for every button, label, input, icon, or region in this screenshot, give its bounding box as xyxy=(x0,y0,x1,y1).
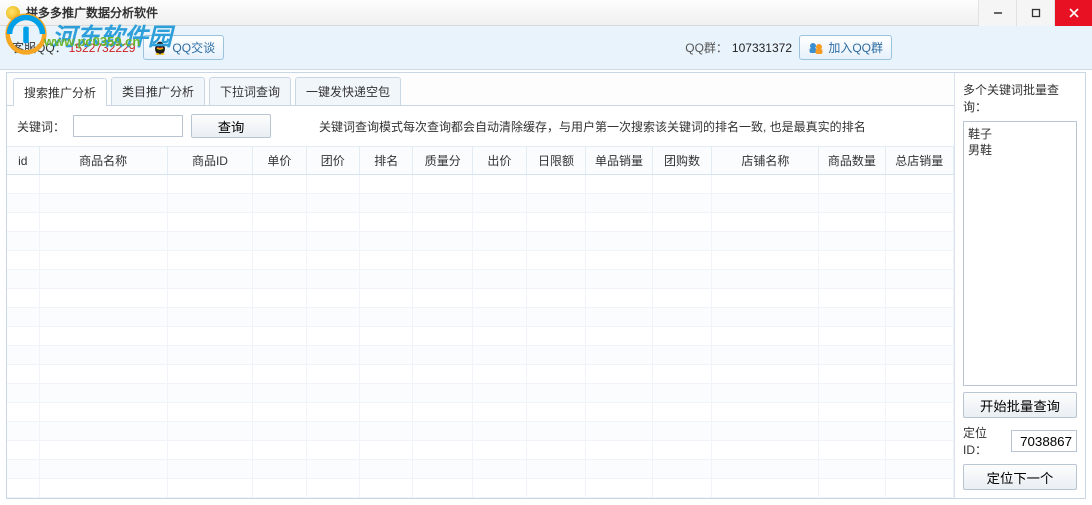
column-header[interactable]: 单价 xyxy=(253,147,306,175)
qq-icon xyxy=(152,40,168,56)
table-row xyxy=(7,270,954,289)
join-qq-group-button[interactable]: 加入QQ群 xyxy=(799,35,892,60)
keyword-input[interactable] xyxy=(73,115,183,137)
table-row xyxy=(7,232,954,251)
tabs: 搜索推广分析类目推广分析下拉词查询一键发快递空包 xyxy=(7,73,954,106)
close-button[interactable] xyxy=(1054,0,1092,26)
qq-chat-label: QQ交谈 xyxy=(172,39,215,56)
table-row xyxy=(7,365,954,384)
kefu-number: 1522732229 xyxy=(69,41,136,55)
minimize-icon xyxy=(993,8,1003,18)
maximize-icon xyxy=(1031,8,1041,18)
toolbar: 客服QQ： 1522732229 QQ交谈 QQ群： 107331372 加入Q… xyxy=(0,26,1092,70)
main-panel: 搜索推广分析类目推广分析下拉词查询一键发快递空包 关键词： 查询 关键词查询模式… xyxy=(6,72,1086,499)
qq-group-number: 107331372 xyxy=(732,41,792,55)
window-controls xyxy=(978,0,1092,26)
table-row xyxy=(7,422,954,441)
tab-3[interactable]: 一键发快递空包 xyxy=(295,77,401,105)
query-button[interactable]: 查询 xyxy=(191,114,271,138)
tab-1[interactable]: 类目推广分析 xyxy=(111,77,205,105)
locate-id-row: 定位ID： xyxy=(963,424,1077,458)
table-row xyxy=(7,327,954,346)
titlebar-title: 拼多多推广数据分析软件 xyxy=(26,4,158,21)
column-header[interactable]: 商品名称 xyxy=(39,147,167,175)
locate-id-label: 定位ID： xyxy=(963,424,1007,458)
tab-0[interactable]: 搜索推广分析 xyxy=(13,78,107,106)
column-header[interactable]: 总店销量 xyxy=(885,147,953,175)
column-header[interactable]: 团购数 xyxy=(652,147,712,175)
query-hint: 关键词查询模式每次查询都会自动清除缓存，与用户第一次搜索该关键词的排名一致, 也… xyxy=(319,118,866,135)
titlebar-app-icon xyxy=(6,6,20,20)
left-pane: 搜索推广分析类目推广分析下拉词查询一键发快递空包 关键词： 查询 关键词查询模式… xyxy=(7,73,955,498)
column-header[interactable]: id xyxy=(7,147,39,175)
table-row xyxy=(7,251,954,270)
table-row xyxy=(7,403,954,422)
titlebar: 拼多多推广数据分析软件 xyxy=(0,0,1092,26)
minimize-button[interactable] xyxy=(978,0,1016,26)
column-header[interactable]: 质量分 xyxy=(413,147,473,175)
qq-group-icon xyxy=(808,40,824,56)
right-pane: 多个关键词批量查询： 鞋子 男鞋 开始批量查询 定位ID： 定位下一个 xyxy=(955,73,1085,498)
table-row xyxy=(7,346,954,365)
locate-id-input[interactable] xyxy=(1011,430,1077,452)
qq-chat-button[interactable]: QQ交谈 xyxy=(143,35,224,60)
close-icon xyxy=(1069,8,1079,18)
table-row xyxy=(7,384,954,403)
column-header[interactable]: 排名 xyxy=(360,147,413,175)
maximize-button[interactable] xyxy=(1016,0,1054,26)
column-header[interactable]: 日限额 xyxy=(526,147,586,175)
qq-group-label: QQ群： xyxy=(685,39,728,56)
join-qq-label: 加入QQ群 xyxy=(828,39,883,56)
table-row xyxy=(7,289,954,308)
table-row xyxy=(7,213,954,232)
batch-query-button[interactable]: 开始批量查询 xyxy=(963,392,1077,418)
column-header[interactable]: 商品数量 xyxy=(819,147,885,175)
qq-group-info: QQ群： 107331372 xyxy=(685,39,792,56)
table-row xyxy=(7,479,954,498)
column-header[interactable]: 店铺名称 xyxy=(712,147,819,175)
column-header[interactable]: 团价 xyxy=(306,147,359,175)
table-row xyxy=(7,460,954,479)
column-header[interactable]: 商品ID xyxy=(167,147,252,175)
results-table: id商品名称商品ID单价团价排名质量分出价日限额单品销量团购数店铺名称商品数量总… xyxy=(7,147,954,498)
tab-2[interactable]: 下拉词查询 xyxy=(209,77,291,105)
table-row xyxy=(7,175,954,194)
table-row xyxy=(7,308,954,327)
locate-next-button[interactable]: 定位下一个 xyxy=(963,464,1077,490)
column-header[interactable]: 出价 xyxy=(473,147,526,175)
keyword-label: 关键词： xyxy=(17,118,65,135)
table-row xyxy=(7,194,954,213)
table-row xyxy=(7,441,954,460)
batch-query-textarea[interactable]: 鞋子 男鞋 xyxy=(963,121,1077,386)
column-header[interactable]: 单品销量 xyxy=(586,147,652,175)
query-row: 关键词： 查询 关键词查询模式每次查询都会自动清除缓存，与用户第一次搜索该关键词… xyxy=(7,106,954,147)
kefu-label: 客服QQ： xyxy=(12,39,67,56)
batch-query-label: 多个关键词批量查询： xyxy=(963,81,1077,115)
results-table-wrap: id商品名称商品ID单价团价排名质量分出价日限额单品销量团购数店铺名称商品数量总… xyxy=(7,147,954,498)
